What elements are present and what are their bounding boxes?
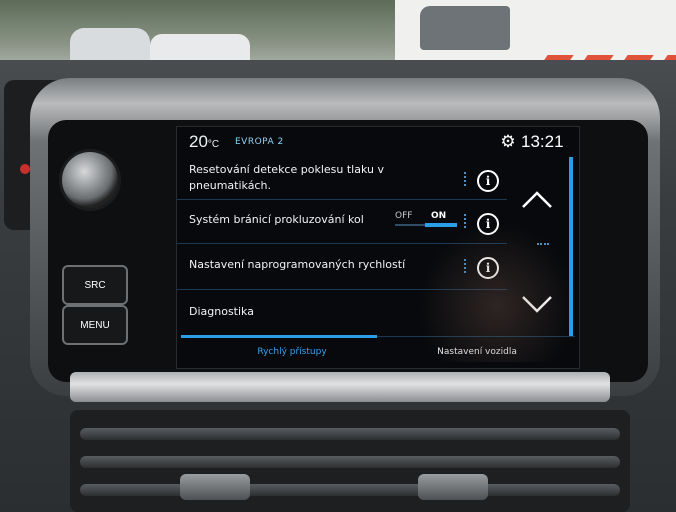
infotainment-screen: 20°C EVROPA 2 ⚙ 13:21 Resetování detekce… (176, 126, 580, 369)
temperature-unit: °C (207, 139, 220, 150)
menu-button[interactable]: MENU (62, 305, 128, 345)
settings-row-tire-pressure[interactable]: Resetování detekce poklesu tlaku v pneum… (177, 157, 507, 200)
settings-row-label: Diagnostika (189, 305, 254, 318)
background-van-window (420, 6, 510, 50)
vent-adjuster[interactable] (180, 474, 250, 500)
divider-dots (464, 259, 468, 273)
status-bar: 20°C EVROPA 2 ⚙ 13:21 (177, 127, 579, 157)
settings-row-label: Systém bránicí prokluzování kol (189, 213, 364, 226)
gauge-needle-hub (20, 164, 30, 174)
radio-station: EVROPA 2 (235, 137, 284, 147)
traction-toggle[interactable]: OFF ON (395, 211, 457, 229)
info-icon[interactable]: i (477, 170, 499, 192)
settings-row-speed-presets[interactable]: Nastavení naprogramovaných rychlostí i (177, 243, 507, 290)
toggle-fill (425, 223, 457, 227)
divider-dots (464, 172, 468, 186)
settings-row-label: Resetování detekce poklesu tlaku v pneum… (189, 163, 384, 192)
volume-knob[interactable] (62, 152, 118, 208)
gear-icon[interactable]: ⚙ (499, 133, 517, 151)
active-tab-indicator (181, 335, 377, 338)
chevron-down-icon[interactable] (517, 289, 557, 319)
chevron-up-icon[interactable] (517, 185, 557, 215)
divider-dots (464, 214, 468, 228)
scroll-dots (537, 243, 549, 247)
info-icon[interactable]: i (477, 257, 499, 279)
vent-adjuster[interactable] (418, 474, 488, 500)
vent-slat (80, 484, 620, 496)
info-icon[interactable]: i (477, 213, 499, 235)
src-button[interactable]: SRC (62, 265, 128, 305)
temperature-value: 20 (189, 132, 208, 151)
tab-quick-access[interactable]: Rychlý přístupy (217, 347, 367, 357)
toggle-off-label: OFF (395, 211, 413, 221)
scrollbar-thumb[interactable] (569, 157, 573, 337)
tab-vehicle-settings[interactable]: Nastavení vozidla (397, 347, 557, 357)
bottom-tab-bar: Rychlý přístupy Nastavení vozidla (177, 335, 579, 368)
toggle-on-label: ON (431, 211, 447, 221)
vent-slat (80, 456, 620, 468)
settings-row-diagnostics[interactable]: Diagnostika (177, 289, 507, 335)
settings-row-label: Nastavení naprogramovaných rychlostí (189, 258, 406, 271)
vent-slat (80, 428, 620, 440)
photo-scene: SRC MENU 20°C EVROPA 2 ⚙ 13:21 Resetován… (0, 0, 676, 512)
settings-list: Resetování detekce poklesu tlaku v pneum… (177, 157, 519, 341)
chrome-trim (70, 372, 610, 402)
outside-temperature: 20°C (189, 132, 219, 152)
settings-row-traction-control[interactable]: Systém bránicí prokluzování kol OFF ON i (177, 199, 507, 244)
clock: 13:21 (521, 132, 564, 151)
